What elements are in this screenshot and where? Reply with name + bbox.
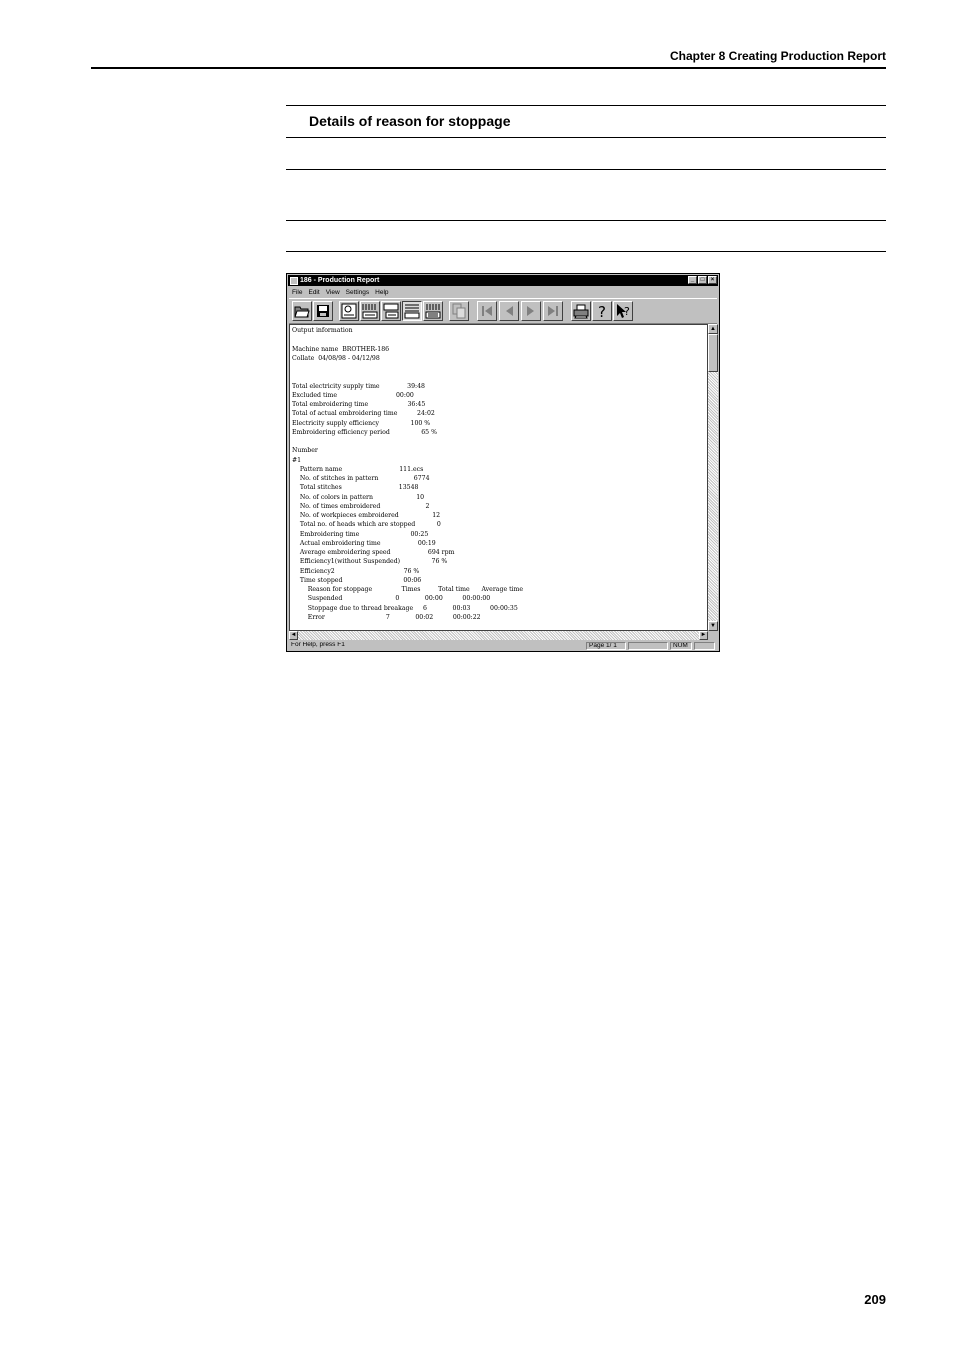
- report-line: No. of workpieces embroidered 12: [292, 512, 441, 519]
- report-line: Number: [292, 447, 318, 455]
- report-line: [292, 335, 523, 344]
- report-line: No. of stitches in pattern 6774: [292, 475, 430, 482]
- help-icon[interactable]: ?: [592, 301, 612, 321]
- prev-page-icon[interactable]: [499, 301, 519, 321]
- svg-text:?: ?: [598, 303, 606, 319]
- table-rule: [286, 105, 886, 106]
- last-page-icon[interactable]: [543, 301, 563, 321]
- report-line: Output information: [292, 327, 353, 334]
- table-rule: [286, 169, 886, 170]
- copy-icon[interactable]: [449, 301, 469, 321]
- report-line: Efficiency2 76 %: [292, 567, 420, 575]
- chapter-header: Chapter 8 Creating Production Report: [669, 49, 886, 63]
- table-rule: [286, 251, 886, 252]
- report-text: Output information Machine name BROTHER-…: [292, 326, 523, 622]
- menu-help[interactable]: Help: [375, 289, 388, 296]
- report-line: Pattern name 111.ecs: [292, 465, 424, 473]
- window-title: 186 - Production Report: [300, 277, 380, 284]
- report-line: Efficiency1(without Suspended) 76 %: [292, 558, 448, 566]
- status-blank: [628, 642, 668, 650]
- report-line: Electricity supply efficiency 100 %: [292, 419, 431, 427]
- window-titlebar[interactable]: 186 - Production Report _ □ ×: [288, 275, 718, 286]
- svg-text:?: ?: [624, 305, 630, 318]
- horizontal-scrollbar[interactable]: ◄ ►: [289, 631, 708, 640]
- report-line: Average embroidering speed 694 rpm: [292, 549, 455, 556]
- report-line: Excluded time 00:00: [292, 391, 414, 399]
- scroll-right-icon[interactable]: ►: [699, 631, 708, 640]
- report-line: Total stitches 13548: [292, 484, 419, 492]
- status-page: Page 1/ 1: [586, 642, 626, 650]
- print-icon[interactable]: [571, 301, 591, 321]
- table-rule: [286, 137, 886, 138]
- next-page-icon[interactable]: [521, 301, 541, 321]
- report-line: Total embroidering time 36:45: [292, 401, 426, 408]
- scroll-down-icon[interactable]: ▼: [708, 621, 718, 631]
- view-icon[interactable]: [339, 301, 359, 321]
- table-rule: [286, 220, 886, 221]
- report-line: Stoppage due to thread breakage 6 00:03 …: [292, 604, 518, 612]
- report-line: #1: [292, 456, 302, 464]
- section-title: Details of reason for stoppage: [309, 113, 511, 129]
- production-report-window: 186 - Production Report _ □ × File Edit …: [286, 273, 720, 652]
- report-line: [292, 437, 523, 446]
- menu-view[interactable]: View: [326, 289, 340, 296]
- scroll-up-icon[interactable]: ▲: [708, 324, 718, 334]
- report-line: Reason for stoppage Times Total time Ave…: [292, 586, 524, 593]
- menu-edit[interactable]: Edit: [308, 289, 319, 296]
- report-content: Output information Machine name BROTHER-…: [289, 324, 708, 631]
- menu-file[interactable]: File: [292, 289, 302, 296]
- app-icon: [290, 276, 298, 285]
- context-help-icon[interactable]: ?: [613, 301, 633, 321]
- report-line: Actual embroidering time 00:19: [292, 539, 436, 547]
- close-icon[interactable]: ×: [708, 276, 717, 284]
- open-icon[interactable]: [292, 301, 312, 321]
- scroll-thumb[interactable]: [708, 334, 718, 372]
- toolbar: ? ?: [289, 298, 717, 324]
- scroll-left-icon[interactable]: ◄: [289, 631, 298, 640]
- report-line: Total electricity supply time 39:48: [292, 382, 425, 390]
- maximize-icon[interactable]: □: [698, 276, 707, 284]
- report-line: Machine name BROTHER-186: [292, 345, 390, 353]
- report-line: Embroidering time 00:25: [292, 530, 429, 538]
- report-view-2-icon[interactable]: [381, 301, 401, 321]
- header-rule: [91, 67, 886, 69]
- report-line: Collate 04/08/98 - 04/12/98: [292, 354, 380, 362]
- report-view-4-icon[interactable]: [423, 301, 443, 321]
- report-line: Total of actual embroidering time 24:02: [292, 410, 435, 418]
- page-number: 209: [864, 1292, 886, 1307]
- status-bar: For Help, press F1 Page 1/ 1 NUM: [289, 641, 717, 651]
- status-help: For Help, press F1: [291, 642, 345, 648]
- report-line: No. of colors in pattern 10: [292, 493, 425, 501]
- menu-settings[interactable]: Settings: [346, 289, 370, 296]
- status-num: NUM: [670, 642, 692, 650]
- report-line: No. of times embroidered 2: [292, 502, 430, 510]
- report-line: Total no. of heads which are stopped 0: [292, 521, 441, 529]
- menu-bar: File Edit View Settings Help: [289, 287, 717, 297]
- first-page-icon[interactable]: [477, 301, 497, 321]
- report-line: Suspended 0 00:00 00:00:00: [292, 595, 491, 603]
- minimize-icon[interactable]: _: [688, 276, 697, 284]
- report-view-3-icon[interactable]: [402, 301, 422, 321]
- report-view-1-icon[interactable]: [360, 301, 380, 321]
- report-line: [292, 372, 523, 381]
- report-line: Embroidering efficiency period 65 %: [292, 428, 437, 436]
- status-scroll: [694, 642, 715, 650]
- report-line: Error 7 00:02 00:00:22: [292, 613, 481, 621]
- report-line: [292, 363, 523, 372]
- vertical-scrollbar[interactable]: ▲ ▼: [708, 324, 718, 631]
- report-line: Time stopped 00:06: [292, 576, 422, 584]
- save-icon[interactable]: [313, 301, 333, 321]
